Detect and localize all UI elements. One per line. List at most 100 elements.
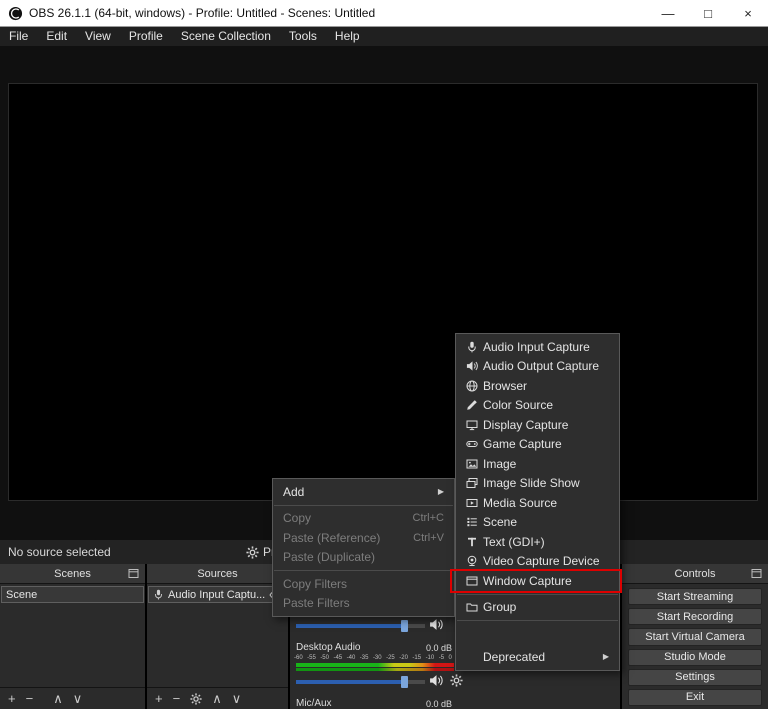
mixer-channel-name: Mic/Aux bbox=[296, 698, 332, 709]
dock-menu-icon[interactable] bbox=[128, 568, 139, 579]
submenu-item-game-capture[interactable]: Game Capture bbox=[456, 435, 619, 455]
gamepad-icon bbox=[466, 438, 483, 450]
settings-button[interactable]: Settings bbox=[628, 668, 762, 686]
mic-icon bbox=[466, 341, 483, 353]
move-source-up-icon[interactable]: ∧ bbox=[212, 692, 222, 705]
exit-button[interactable]: Exit bbox=[628, 688, 762, 707]
start-streaming-button[interactable]: Start Streaming bbox=[628, 588, 762, 606]
obs-window: OBS 26.1.1 (64-bit, windows) - Profile: … bbox=[0, 0, 768, 709]
move-source-down-icon[interactable]: ∨ bbox=[232, 692, 242, 705]
dock-menu-icon[interactable] bbox=[751, 568, 762, 579]
scene-list-item[interactable]: Scene bbox=[1, 586, 144, 603]
submenu-item-text-gdi[interactable]: Text (GDI+) bbox=[456, 532, 619, 552]
context-menu-copy-filters-label: Copy Filters bbox=[283, 576, 348, 591]
menu-help[interactable]: Help bbox=[326, 27, 369, 46]
titlebar: OBS 26.1.1 (64-bit, windows) - Profile: … bbox=[0, 0, 768, 27]
move-scene-up-icon[interactable]: ∧ bbox=[53, 692, 63, 705]
context-menu-paste-reference[interactable]: Paste (Reference) Ctrl+V bbox=[273, 528, 454, 548]
submenu-item-label: Text (GDI+) bbox=[483, 534, 545, 549]
controls-dock: Controls Start Streaming Start Recording… bbox=[622, 564, 768, 709]
source-item-label: Audio Input Captu... bbox=[168, 588, 266, 601]
channel-settings-gear-icon[interactable] bbox=[450, 674, 463, 687]
submenu-item-group[interactable]: Group bbox=[456, 598, 619, 618]
scenes-dock-header[interactable]: Scenes bbox=[0, 564, 145, 584]
scenes-dock: Scenes Scene + − ∧ ∨ bbox=[0, 564, 145, 709]
menu-separator bbox=[457, 593, 618, 595]
sources-list: Audio Input Captu... bbox=[147, 584, 288, 687]
start-recording-button[interactable]: Start Recording bbox=[628, 608, 762, 626]
submenu-item-media-source[interactable]: Media Source bbox=[456, 493, 619, 513]
remove-source-icon[interactable]: − bbox=[173, 692, 181, 705]
context-menu-copy[interactable]: Copy Ctrl+C bbox=[273, 509, 454, 529]
source-list-item[interactable]: Audio Input Captu... bbox=[148, 586, 287, 603]
mixer-scale: -60 -55 -50 -45 -40 -35 -30 -25 -20 -15 -10 -5 0 bbox=[294, 655, 452, 661]
start-virtual-camera-button[interactable]: Start Virtual Camera bbox=[628, 628, 762, 646]
source-properties-gear-icon[interactable] bbox=[190, 692, 202, 705]
menu-separator bbox=[457, 620, 618, 621]
text-icon bbox=[466, 536, 483, 548]
add-scene-icon[interactable]: + bbox=[8, 692, 16, 705]
context-menu-add[interactable]: Add ▶ bbox=[273, 482, 454, 502]
volume-slider[interactable] bbox=[296, 676, 425, 688]
submenu-item-label: Deprecated bbox=[483, 649, 546, 664]
minimize-button[interactable]: — bbox=[648, 0, 688, 26]
submenu-item-color-source[interactable]: Color Source bbox=[456, 396, 619, 416]
submenu-item-browser[interactable]: Browser bbox=[456, 376, 619, 396]
speaker-icon[interactable] bbox=[429, 674, 444, 687]
submenu-item-display-capture[interactable]: Display Capture bbox=[456, 415, 619, 435]
submenu-item-window-capture[interactable]: Window Capture bbox=[450, 569, 622, 593]
menu-edit[interactable]: Edit bbox=[37, 27, 76, 46]
volume-slider[interactable] bbox=[296, 620, 425, 632]
scene-list-icon bbox=[466, 516, 483, 528]
context-menu-paste-duplicate[interactable]: Paste (Duplicate) bbox=[273, 548, 454, 568]
controls-dock-header[interactable]: Controls bbox=[622, 564, 768, 584]
submenu-item-scene[interactable]: Scene bbox=[456, 513, 619, 533]
submenu-item-image-slide-show[interactable]: Image Slide Show bbox=[456, 474, 619, 494]
context-menu-add-label: Add bbox=[283, 484, 305, 499]
camera-icon bbox=[466, 555, 483, 567]
add-source-icon[interactable]: + bbox=[155, 692, 163, 705]
window-icon bbox=[466, 575, 483, 587]
window-title: OBS 26.1.1 (64-bit, windows) - Profile: … bbox=[29, 6, 376, 20]
speaker-icon[interactable] bbox=[429, 618, 444, 631]
context-menu-copy-filters[interactable]: Copy Filters bbox=[273, 574, 454, 594]
submenu-item-deprecated[interactable]: Deprecated ▶ bbox=[456, 647, 619, 667]
submenu-item-label: Color Source bbox=[483, 398, 554, 413]
move-scene-down-icon[interactable]: ∨ bbox=[73, 692, 83, 705]
submenu-item-video-capture-device[interactable]: Video Capture Device bbox=[456, 552, 619, 572]
gear-icon bbox=[246, 545, 259, 559]
menu-view[interactable]: View bbox=[76, 27, 120, 46]
menu-scene-collection[interactable]: Scene Collection bbox=[172, 27, 280, 46]
submenu-item-label: Display Capture bbox=[483, 417, 569, 432]
submenu-item-audio-input-capture[interactable]: Audio Input Capture bbox=[456, 337, 619, 357]
preview-canvas[interactable] bbox=[8, 83, 758, 501]
context-menu-paste-filters-label: Paste Filters bbox=[283, 596, 350, 611]
context-menu-paste-filters[interactable]: Paste Filters bbox=[273, 594, 454, 614]
sources-dock-header[interactable]: Sources bbox=[147, 564, 288, 584]
sources-dock: Sources Audio Input Captu... + − ∧ ∨ bbox=[147, 564, 288, 709]
menu-profile[interactable]: Profile bbox=[120, 27, 172, 46]
submenu-item-label: Browser bbox=[483, 378, 528, 393]
submenu-item-label: Image bbox=[483, 456, 517, 471]
controls-dock-title: Controls bbox=[674, 567, 716, 580]
context-menu-copy-label: Copy bbox=[283, 511, 312, 526]
volume-meter bbox=[296, 663, 454, 671]
submenu-item-audio-output-capture[interactable]: Audio Output Capture bbox=[456, 357, 619, 377]
menu-file[interactable]: File bbox=[0, 27, 37, 46]
studio-mode-button[interactable]: Studio Mode bbox=[628, 648, 762, 666]
image-icon bbox=[466, 458, 483, 470]
menu-tools[interactable]: Tools bbox=[280, 27, 326, 46]
remove-scene-icon[interactable]: − bbox=[26, 692, 34, 705]
close-button[interactable]: × bbox=[728, 0, 768, 26]
preview-area bbox=[0, 46, 768, 540]
submenu-item-image[interactable]: Image bbox=[456, 454, 619, 474]
paint-brush-icon bbox=[466, 399, 483, 411]
sources-dock-title: Sources bbox=[197, 567, 238, 580]
maximize-button[interactable]: □ bbox=[688, 0, 728, 26]
sources-toolbar: + − ∧ ∨ bbox=[147, 687, 288, 709]
submenu-item-label: Group bbox=[483, 600, 517, 615]
submenu-item-label: Game Capture bbox=[483, 437, 562, 452]
context-menu-paste-duplicate-label: Paste (Duplicate) bbox=[283, 550, 376, 565]
submenu-item-label: Image Slide Show bbox=[483, 476, 580, 491]
scenes-toolbar: + − ∧ ∨ bbox=[0, 687, 145, 709]
